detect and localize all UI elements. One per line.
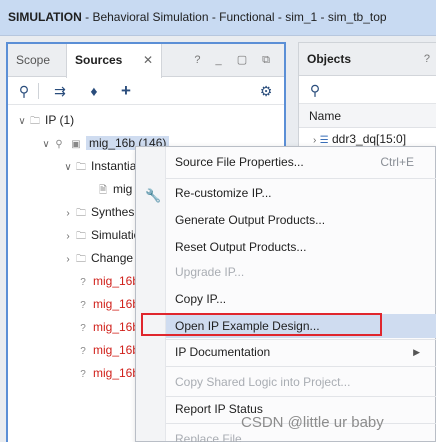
tab-scope[interactable]: Scope [16, 44, 50, 77]
file-error-icon: ? [80, 277, 86, 288]
menu-item-label: Replace File [175, 432, 242, 442]
tree-row-red-file[interactable]: ? mig_16b [76, 362, 139, 385]
menu-item-generate-output-products[interactable]: Generate Output Products... [166, 208, 436, 232]
gear-icon[interactable]: ⚙ [256, 81, 276, 101]
watermark-text: CSDN @little ur baby [241, 414, 384, 431]
menu-item-source-file-properties[interactable]: Source File Properties... Ctrl+E [166, 150, 436, 174]
bus-icon: ☰ [319, 135, 329, 146]
tree-label-red-file: mig_16b [93, 297, 140, 311]
shortcut-label: Ctrl+E [380, 155, 414, 169]
menu-item-label: IP Documentation [175, 345, 271, 359]
tree-row-ip[interactable]: ∨ 🗀 IP (1) [16, 109, 74, 132]
search-icon[interactable]: ⚲ [305, 80, 325, 100]
tree-row-change[interactable]: › 🗀 Change [62, 247, 133, 270]
context-menu: Source File Properties... Ctrl+E 🔧 Re-cu… [135, 146, 436, 442]
wrench-icon: 🔧 [145, 188, 162, 203]
highlight-annotation-box [141, 313, 382, 336]
ip-core-icon: ▣ [71, 139, 81, 150]
menu-item-label: Reset Output Products... [175, 240, 307, 254]
file-error-icon: ? [80, 346, 86, 357]
pin-icon: ⚲ [55, 139, 63, 150]
chevron-right-icon[interactable]: › [62, 225, 74, 248]
menu-item-label: Generate Output Products... [175, 213, 326, 227]
tree-row-red-file[interactable]: ? mig_16b [76, 316, 139, 339]
menu-item-copy-ip[interactable]: Copy IP... [166, 287, 436, 311]
tab-sources[interactable]: Sources ✕ [66, 44, 162, 78]
folder-icon: 🗀 [76, 231, 86, 242]
tree-label-red-file: mig_16b [93, 366, 140, 380]
sources-toolbar: ⚲ ⇉ ♦ + ⚙ [8, 77, 284, 105]
tree-row-red-file[interactable]: ? mig_16b [76, 270, 139, 293]
window-controls[interactable]: ? _ ▢ ⧉ [194, 44, 276, 77]
title-context: - Behavioral Simulation - Functional - s… [81, 10, 387, 24]
folder-icon: 🗀 [76, 254, 86, 265]
menu-item-copy-shared-logic: Copy Shared Logic into Project... [166, 370, 436, 394]
folder-icon: 🗀 [76, 208, 86, 219]
tab-objects[interactable]: Objects ? [299, 43, 436, 76]
menu-item-upgrade-ip: Upgrade IP... [166, 260, 436, 284]
menu-divider [166, 366, 436, 367]
menu-item-reset-output-products[interactable]: Reset Output Products... [166, 235, 436, 259]
add-icon[interactable]: + [116, 81, 136, 101]
window-title-bar: SIMULATION - Behavioral Simulation - Fun… [0, 0, 436, 36]
tree-label-simulation: Simulatio [91, 228, 141, 242]
tree-row-mig-file[interactable]: 🗎 mig [96, 178, 132, 201]
menu-item-label: Copy IP... [175, 292, 227, 306]
tree-label-red-file: mig_16b [93, 320, 140, 334]
chevron-down-icon[interactable]: ∨ [40, 133, 52, 156]
help-icon[interactable]: ? [424, 43, 430, 76]
tree-row-synthesis[interactable]: › 🗀 Synthes [62, 201, 134, 224]
chevron-down-icon[interactable]: ∨ [16, 110, 28, 133]
tab-sources-label: Sources [75, 53, 123, 67]
object-name: ddr3_dq[15:0] [332, 132, 407, 146]
file-error-icon: ? [80, 369, 86, 380]
tree-row-red-file[interactable]: ? mig_16b [76, 293, 139, 316]
chevron-right-icon[interactable]: › [313, 135, 316, 146]
chevron-down-icon[interactable]: ∨ [62, 156, 74, 179]
expand-all-icon[interactable]: ♦ [84, 81, 104, 101]
column-header-name[interactable]: Name [299, 104, 436, 128]
submenu-arrow-icon: ▶ [413, 347, 420, 357]
tree-row-instantiation[interactable]: ∨ 🗀 Instantiati [62, 155, 142, 178]
file-error-icon: ? [80, 323, 86, 334]
file-error-icon: ? [80, 300, 86, 311]
chevron-right-icon[interactable]: › [62, 202, 74, 225]
search-icon[interactable]: ⚲ [14, 81, 34, 101]
close-icon[interactable]: ✕ [143, 44, 153, 77]
menu-item-label: Copy Shared Logic into Project... [175, 375, 351, 389]
collapse-all-icon[interactable]: ⇉ [50, 81, 70, 101]
tree-row-simulation[interactable]: › 🗀 Simulatio [62, 224, 140, 247]
menu-item-re-customize-ip[interactable]: Re-customize IP... [166, 181, 436, 205]
tree-label-red-file: mig_16b [93, 343, 140, 357]
menu-divider [166, 178, 436, 179]
tree-label-red-file: mig_16b [93, 274, 140, 288]
tree-label-ip: IP (1) [45, 113, 75, 127]
tree-label-change: Change [91, 251, 134, 265]
folder-icon: 🗀 [30, 116, 40, 127]
tree-row-red-file[interactable]: ? mig_16b [76, 339, 139, 362]
tab-objects-label: Objects [307, 52, 352, 66]
tree-label-mig-file: mig [113, 182, 133, 196]
chevron-right-icon[interactable]: › [62, 248, 74, 271]
menu-item-label: Source File Properties... [175, 155, 304, 169]
tree-label-synthesis: Synthes [91, 205, 135, 219]
simulation-mode-label: SIMULATION [8, 10, 82, 24]
objects-toolbar: ⚲ [299, 76, 436, 104]
folder-icon: 🗀 [76, 162, 86, 173]
menu-item-label: Re-customize IP... [175, 186, 272, 200]
left-tab-bar: Scope Sources ✕ ? _ ▢ ⧉ [8, 44, 284, 78]
menu-item-label: Upgrade IP... [175, 265, 245, 279]
menu-item-ip-documentation[interactable]: IP Documentation ▶ [166, 340, 436, 364]
toolbar-divider [38, 83, 39, 99]
file-icon: 🗎 [98, 185, 108, 196]
